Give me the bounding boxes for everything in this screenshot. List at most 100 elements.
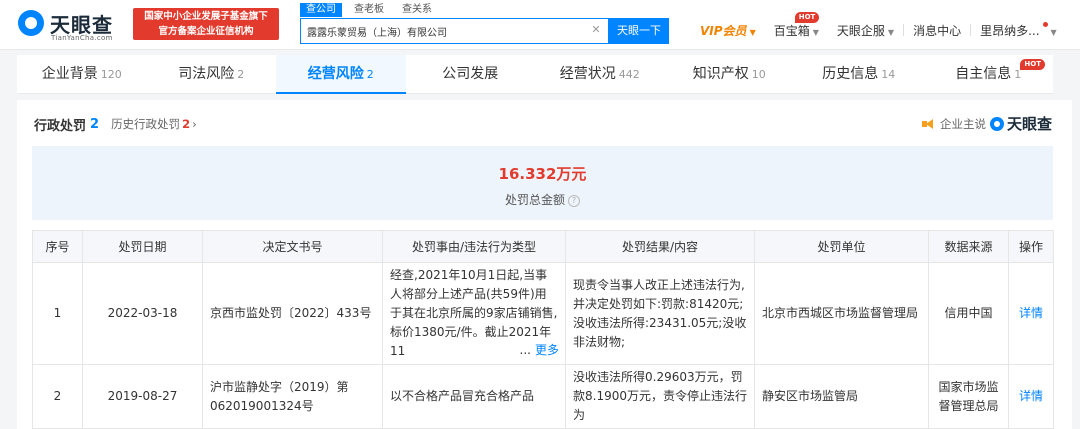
tab-count: 120 — [100, 68, 122, 81]
tab-label: 企业背景 — [41, 66, 98, 82]
logo-domain: TianYanCha.com — [51, 34, 113, 42]
penalty-date: 2022-03-18 — [82, 262, 203, 365]
tab-intellectual-property[interactable]: 知识产权 10 — [665, 55, 795, 93]
chevron-down-icon: ▼ — [887, 27, 895, 37]
logo-eye-icon — [989, 116, 1004, 131]
chevron-down-icon: ▼ — [749, 27, 756, 37]
ellipsis: ... — [519, 343, 531, 357]
tab-label: 公司发展 — [442, 66, 499, 82]
column-header: 操作 — [1008, 230, 1054, 263]
search-button[interactable]: 天眼一下 — [609, 18, 669, 44]
tab-judicial-risk[interactable]: 司法风险 2 — [147, 55, 277, 93]
column-header: 处罚事由/违法行为类型 — [382, 230, 566, 263]
search-tab-relation[interactable]: 查关系 — [396, 3, 438, 17]
hot-badge: HOT — [1020, 59, 1045, 70]
tab-company-background[interactable]: 企业背景 120 — [17, 55, 147, 93]
table-header-row: 序号 处罚日期 决定文书号 处罚事由/违法行为类型 处罚结果/内容 处罚单位 数… — [32, 230, 1054, 263]
message-center-link[interactable]: 消息中心 — [904, 22, 970, 39]
column-header: 序号 — [32, 230, 83, 263]
tab-business-status[interactable]: 经营状况 442 — [535, 55, 665, 93]
gov-badge-line1: 国家中小企业发展子基金旗下 — [144, 11, 268, 22]
column-header: 处罚日期 — [82, 230, 203, 263]
site-logo[interactable]: 天眼查 TianYanCha.com — [18, 8, 128, 42]
vip-menu[interactable]: VIP会员 ▼ — [700, 22, 765, 39]
chevron-right-icon: › — [192, 117, 197, 131]
search-input[interactable] — [301, 19, 581, 43]
column-header: 决定文书号 — [202, 230, 383, 263]
user-name: 里昂纳多... — [980, 23, 1040, 38]
history-penalty-label: 历史行政处罚 — [111, 117, 181, 131]
category-tabs: 企业背景 120 司法风险 2 经营风险 2 公司发展 经营状况 442 知识产权 10 … — [17, 55, 1053, 94]
tab-company-development[interactable]: 公司发展 — [406, 55, 536, 93]
data-source: 国家市场监督管理总局 — [928, 364, 1009, 429]
decision-doc-no: 京西市监处罚〔2022〕433号 — [202, 262, 383, 365]
tab-label: 经营状况 — [559, 66, 616, 82]
tab-label: 历史信息 — [822, 66, 879, 82]
gov-badge: 国家中小企业发展子基金旗下 官方备案企业征信机构 — [133, 8, 279, 40]
top-header: 天眼查 TianYanCha.com 国家中小企业发展子基金旗下 官方备案企业征… — [0, 0, 1080, 50]
column-header: 处罚结果/内容 — [565, 230, 755, 263]
vip-label: VIP会员 — [700, 23, 747, 38]
total-penalty-label-row: 处罚总金额? — [32, 191, 1053, 208]
penalty-result: 现责令当事人改正上述违法行为,并决定处罚如下:罚款:81420元;没收违法所得:… — [565, 262, 755, 365]
penalty-table: 序号 处罚日期 决定文书号 处罚事由/违法行为类型 处罚结果/内容 处罚单位 数… — [32, 230, 1054, 429]
penalty-unit: 北京市西城区市场监督管理局 — [754, 262, 929, 365]
row-index: 2 — [32, 364, 83, 429]
search-tab-company[interactable]: 查公司 — [300, 3, 342, 17]
chevron-down-icon: ▼ — [812, 27, 819, 37]
top-nav: VIP会员 ▼ 百宝箱 ▼ HOT 天眼企服 ▼ 消息中心 里昂纳多... ▼ — [700, 11, 1066, 42]
search-box: ✕ — [300, 18, 609, 44]
search-tab-boss[interactable]: 查老板 — [348, 3, 390, 17]
decision-doc-no: 沪市监静处字（2019）第062019001324号 — [202, 364, 383, 429]
owner-claim-link[interactable]: 企业主说 — [922, 116, 986, 132]
tab-count: 442 — [618, 68, 640, 81]
tab-label: 自主信息 — [955, 66, 1012, 82]
penalty-summary: 16.332万元 处罚总金额? — [32, 146, 1053, 220]
gov-badge-line2: 官方备案企业征信机构 — [158, 26, 254, 37]
hot-badge: HOT — [794, 11, 820, 23]
treasure-label: 百宝箱 — [773, 23, 810, 38]
history-penalty-count: 2 — [182, 117, 191, 131]
history-penalty-link[interactable]: 历史行政处罚 2 › — [111, 116, 197, 132]
enterprise-service-label: 天眼企服 — [836, 23, 885, 38]
help-icon[interactable]: ? — [568, 194, 580, 207]
user-menu[interactable]: 里昂纳多... ▼ — [971, 21, 1066, 39]
chevron-down-icon: ▼ — [1050, 27, 1057, 37]
penalty-reason: 以不合格产品冒充合格产品 — [382, 364, 566, 429]
column-header: 数据来源 — [928, 230, 1009, 263]
row-index: 1 — [32, 262, 83, 365]
enterprise-service-menu[interactable]: 天眼企服 ▼ — [828, 22, 903, 39]
detail-link[interactable]: 详情 — [1008, 364, 1054, 429]
tab-count: 2 — [237, 68, 245, 81]
tab-operational-risk[interactable]: 经营风险 2 — [276, 55, 406, 94]
tab-label: 司法风险 — [178, 66, 235, 82]
section-title: 行政处罚 — [34, 118, 87, 134]
detail-link[interactable]: 详情 — [1008, 262, 1054, 365]
penalty-reason-cell: 经查,2021年10月1日起,当事人将部分上述产品(共59件)用于其在北京所属的… — [382, 262, 566, 365]
message-center-label: 消息中心 — [913, 23, 962, 38]
tab-self-info[interactable]: 自主信息 1 HOT — [924, 55, 1054, 93]
owner-claim-label: 企业主说 — [940, 117, 986, 131]
tab-label: 经营风险 — [307, 66, 364, 82]
total-penalty-amount: 16.332万元 — [498, 165, 587, 183]
table-row: 1 2022-03-18 京西市监处罚〔2022〕433号 经查,2021年10… — [32, 262, 1054, 365]
tab-history-info[interactable]: 历史信息 14 — [794, 55, 924, 93]
tab-count: 2 — [366, 68, 374, 81]
search-type-tabs: 查公司 查老板 查关系 — [300, 3, 438, 17]
more-link[interactable]: ... 更多 — [516, 341, 559, 360]
column-header: 处罚单位 — [754, 230, 929, 263]
notification-dot-icon — [1042, 21, 1048, 27]
treasure-menu[interactable]: 百宝箱 ▼ HOT — [765, 11, 828, 39]
clear-icon[interactable]: ✕ — [590, 24, 602, 36]
penalty-unit: 静安区市场监管局 — [754, 364, 929, 429]
megaphone-icon — [922, 119, 934, 129]
more-label: 更多 — [534, 343, 559, 357]
data-source: 信用中国 — [928, 262, 1009, 365]
penalty-result: 没收违法所得0.29603万元，罚款8.1900万元，责令停止违法行为 — [565, 364, 755, 429]
tab-count: 10 — [751, 68, 766, 81]
admin-penalty-panel: 行政处罚 2 历史行政处罚 2 › 企业主说 天眼查 16.332万元 处罚总金额?… — [17, 100, 1072, 429]
brand-watermark: 天眼查 — [989, 113, 1052, 134]
penalty-date: 2019-08-27 — [82, 364, 203, 429]
brand-name: 天眼查 — [1006, 115, 1052, 133]
section-count: 2 — [90, 116, 100, 132]
